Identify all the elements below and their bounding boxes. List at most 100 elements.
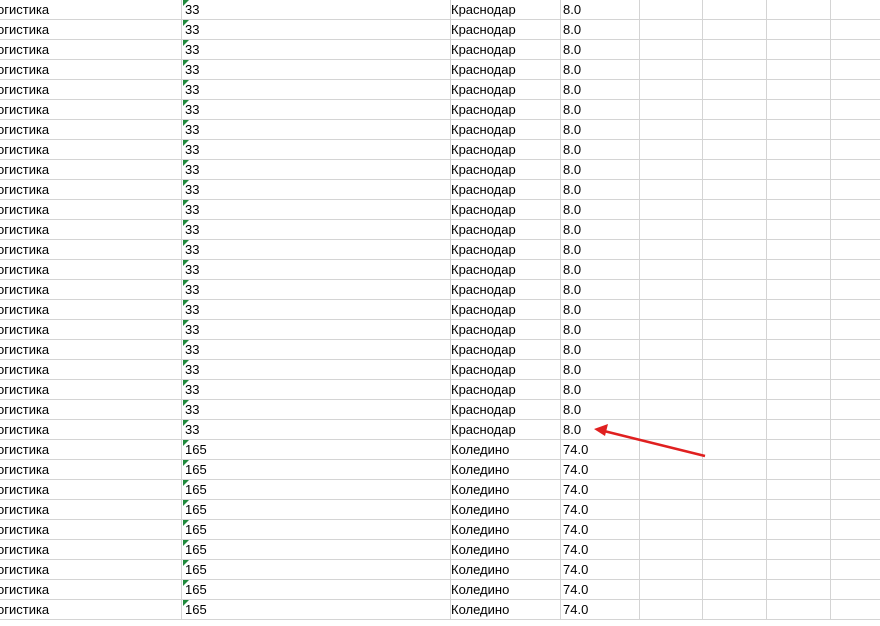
cell-empty[interactable]	[831, 0, 880, 20]
cell-empty[interactable]	[831, 60, 880, 80]
cell-city[interactable]: Краснодар	[448, 300, 561, 320]
cell-empty[interactable]	[703, 420, 767, 440]
cell-empty[interactable]	[831, 20, 880, 40]
cell-code[interactable]: 165	[182, 480, 451, 500]
cell-empty[interactable]	[831, 220, 880, 240]
cell-city[interactable]: Краснодар	[448, 80, 561, 100]
cell-empty[interactable]	[639, 540, 703, 560]
cell-empty[interactable]	[831, 460, 880, 480]
cell-city[interactable]: Краснодар	[448, 420, 561, 440]
cell-empty[interactable]	[767, 240, 831, 260]
cell-value[interactable]: 74.0	[560, 600, 640, 620]
cell-category[interactable]: огистика	[0, 600, 182, 620]
cell-empty[interactable]	[767, 320, 831, 340]
cell-value[interactable]: 8.0	[560, 280, 640, 300]
cell-empty[interactable]	[703, 240, 767, 260]
cell-value[interactable]: 74.0	[560, 500, 640, 520]
cell-code[interactable]: 33	[182, 60, 451, 80]
cell-empty[interactable]	[639, 60, 703, 80]
cell-empty[interactable]	[767, 20, 831, 40]
cell-empty[interactable]	[639, 500, 703, 520]
cell-empty[interactable]	[831, 320, 880, 340]
cell-value[interactable]: 8.0	[560, 0, 640, 20]
cell-category[interactable]: огистика	[0, 80, 182, 100]
cell-empty[interactable]	[703, 200, 767, 220]
cell-code[interactable]: 33	[182, 420, 451, 440]
cell-city[interactable]: Коледино	[448, 440, 561, 460]
cell-city[interactable]: Краснодар	[448, 0, 561, 20]
cell-empty[interactable]	[639, 160, 703, 180]
cell-city[interactable]: Коледино	[448, 480, 561, 500]
cell-category[interactable]: огистика	[0, 300, 182, 320]
cell-empty[interactable]	[703, 160, 767, 180]
cell-empty[interactable]	[703, 140, 767, 160]
cell-empty[interactable]	[831, 520, 880, 540]
cell-empty[interactable]	[831, 140, 880, 160]
cell-empty[interactable]	[639, 440, 703, 460]
cell-empty[interactable]	[703, 220, 767, 240]
cell-empty[interactable]	[639, 140, 703, 160]
cell-city[interactable]: Краснодар	[448, 200, 561, 220]
cell-empty[interactable]	[703, 40, 767, 60]
cell-value[interactable]: 8.0	[560, 220, 640, 240]
cell-category[interactable]: огистика	[0, 200, 182, 220]
cell-empty[interactable]	[703, 100, 767, 120]
cell-empty[interactable]	[767, 540, 831, 560]
cell-code[interactable]: 165	[182, 460, 451, 480]
cell-city[interactable]: Краснодар	[448, 100, 561, 120]
cell-value[interactable]: 8.0	[560, 60, 640, 80]
cell-empty[interactable]	[831, 200, 880, 220]
cell-value[interactable]: 8.0	[560, 240, 640, 260]
cell-empty[interactable]	[639, 100, 703, 120]
cell-empty[interactable]	[767, 500, 831, 520]
cell-empty[interactable]	[767, 520, 831, 540]
cell-empty[interactable]	[703, 520, 767, 540]
cell-empty[interactable]	[767, 280, 831, 300]
cell-category[interactable]: огистика	[0, 480, 182, 500]
cell-value[interactable]: 74.0	[560, 440, 640, 460]
cell-category[interactable]: огистика	[0, 40, 182, 60]
cell-empty[interactable]	[639, 20, 703, 40]
cell-category[interactable]: огистика	[0, 540, 182, 560]
cell-value[interactable]: 8.0	[560, 420, 640, 440]
cell-empty[interactable]	[639, 380, 703, 400]
cell-city[interactable]: Краснодар	[448, 20, 561, 40]
cell-city[interactable]: Краснодар	[448, 220, 561, 240]
cell-city[interactable]: Краснодар	[448, 120, 561, 140]
cell-category[interactable]: огистика	[0, 560, 182, 580]
cell-empty[interactable]	[639, 520, 703, 540]
cell-code[interactable]: 165	[182, 560, 451, 580]
cell-value[interactable]: 8.0	[560, 140, 640, 160]
cell-city[interactable]: Коледино	[448, 540, 561, 560]
cell-value[interactable]: 8.0	[560, 260, 640, 280]
cell-category[interactable]: огистика	[0, 100, 182, 120]
cell-city[interactable]: Коледино	[448, 580, 561, 600]
cell-category[interactable]: огистика	[0, 240, 182, 260]
cell-empty[interactable]	[831, 40, 880, 60]
cell-code[interactable]: 33	[182, 280, 451, 300]
cell-category[interactable]: огистика	[0, 580, 182, 600]
cell-value[interactable]: 8.0	[560, 200, 640, 220]
cell-empty[interactable]	[767, 260, 831, 280]
cell-empty[interactable]	[639, 240, 703, 260]
cell-empty[interactable]	[831, 600, 880, 620]
cell-empty[interactable]	[767, 140, 831, 160]
cell-code[interactable]: 33	[182, 380, 451, 400]
cell-empty[interactable]	[703, 180, 767, 200]
cell-value[interactable]: 8.0	[560, 320, 640, 340]
cell-code[interactable]: 33	[182, 200, 451, 220]
cell-empty[interactable]	[767, 420, 831, 440]
cell-city[interactable]: Краснодар	[448, 360, 561, 380]
cell-empty[interactable]	[703, 120, 767, 140]
cell-category[interactable]: огистика	[0, 180, 182, 200]
cell-value[interactable]: 8.0	[560, 180, 640, 200]
cell-empty[interactable]	[831, 340, 880, 360]
cell-empty[interactable]	[703, 540, 767, 560]
cell-empty[interactable]	[703, 380, 767, 400]
cell-value[interactable]: 8.0	[560, 340, 640, 360]
cell-empty[interactable]	[639, 480, 703, 500]
cell-code[interactable]: 33	[182, 400, 451, 420]
cell-code[interactable]: 33	[182, 340, 451, 360]
cell-category[interactable]: огистика	[0, 280, 182, 300]
cell-category[interactable]: огистика	[0, 140, 182, 160]
